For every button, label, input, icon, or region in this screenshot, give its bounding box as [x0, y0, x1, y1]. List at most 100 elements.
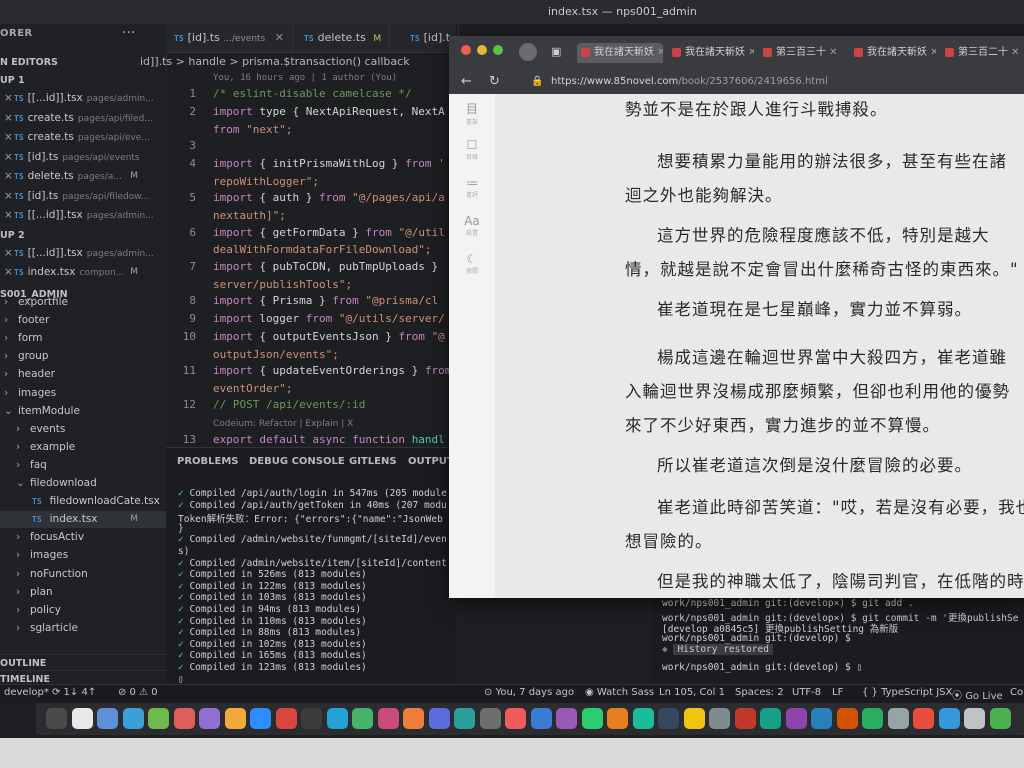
explorer-more-icon[interactable]: ···	[122, 25, 135, 41]
url-field[interactable]: https://www.85novel.com/book/2537606/241…	[551, 76, 828, 87]
open-editor-item[interactable]: ×TS [[...id]].tsx pages/admin...	[0, 245, 166, 262]
code-line[interactable]: eventOrder";	[213, 382, 292, 395]
tree-item[interactable]: › exportfile	[0, 294, 166, 311]
tree-item[interactable]: TS filedownloadCate.tsx	[0, 493, 166, 510]
cursor-position[interactable]: Ln 105, Col 1	[659, 687, 725, 698]
tab-output[interactable]: OUTPUT	[408, 456, 454, 467]
dock-app-icon[interactable]	[607, 708, 628, 729]
reader-tool-4[interactable]: ☾ 夜間	[457, 252, 487, 275]
open-editor-item[interactable]: ×TS delete.ts pages/a... M	[0, 168, 166, 185]
dock-app-icon[interactable]	[275, 708, 297, 729]
code-line[interactable]: Codeium: Refactor | Explain | X	[213, 416, 353, 429]
reload-icon[interactable]: ↻	[489, 74, 500, 89]
dock-app-icon[interactable]	[938, 708, 960, 729]
tab-problems[interactable]: PROBLEMS	[177, 456, 239, 467]
dock-app-icon[interactable]	[199, 708, 220, 729]
dock-app-icon[interactable]	[301, 708, 322, 729]
reader-tool-3[interactable]: Aa 設置	[457, 214, 487, 237]
tab-gitlens[interactable]: GITLENS	[349, 456, 397, 467]
dock-app-icon[interactable]	[964, 708, 985, 729]
tree-item[interactable]: › footer	[0, 312, 166, 329]
dock-app-icon[interactable]	[760, 708, 781, 729]
dock-app-icon[interactable]	[862, 708, 883, 729]
dock-app-icon[interactable]	[785, 708, 807, 729]
code-line[interactable]: import { Prisma } from "@prisma/cl	[213, 294, 438, 307]
code-editor[interactable]: You, 16 hours ago | 1 author (You) 1 /* e…	[166, 71, 456, 447]
dock-app-icon[interactable]	[989, 708, 1011, 729]
maximize-window-button[interactable]	[493, 45, 503, 55]
dock-app-icon[interactable]	[148, 708, 169, 729]
dock-app-icon[interactable]	[326, 708, 348, 729]
go-live-status[interactable]: ⦿ Go Live	[952, 687, 1003, 702]
code-line[interactable]: outputJson/events";	[213, 348, 339, 361]
reader-tool-0[interactable]: 目書架	[457, 100, 487, 126]
dock-app-icon[interactable]	[46, 708, 67, 729]
tree-item[interactable]: › images	[0, 547, 166, 564]
code-line[interactable]: dealWithFormdataForFileDownload";	[213, 243, 432, 256]
terminal-right[interactable]: work/nps001_admin git:(develop×) $ git a…	[652, 596, 1024, 684]
browser-tab[interactable]: 第三百三十 ✕	[759, 43, 845, 63]
browser-tab[interactable]: 第三百二十 ✕	[941, 43, 1024, 63]
code-line[interactable]: server/publishTools";	[213, 278, 352, 291]
dock-app-icon[interactable]	[556, 708, 577, 729]
dock-app-icon[interactable]	[530, 708, 552, 729]
dock-app-icon[interactable]	[377, 708, 399, 729]
close-tab-icon[interactable]: ✕	[927, 47, 936, 58]
extra-status[interactable]: Co	[1010, 687, 1023, 698]
dock-app-icon[interactable]	[71, 708, 93, 729]
code-line[interactable]: import { auth } from "@/pages/api/a	[213, 191, 445, 204]
breadcrumb[interactable]: id]].ts > handle > prisma.$transaction()…	[140, 53, 460, 71]
sync-status[interactable]: ⟳ 1↓ 4↑	[52, 687, 96, 698]
reader-tool-1[interactable]: ☐ 目錄	[457, 138, 487, 161]
tree-item[interactable]: › policy	[0, 602, 166, 619]
terminal-prompt[interactable]: work/nps001_admin git:(develop) $ ▯	[662, 662, 862, 673]
code-line[interactable]: import { updateEventOrderings } from	[213, 364, 451, 377]
tree-item[interactable]: › noFunction	[0, 566, 166, 583]
dock-app-icon[interactable]	[836, 708, 858, 729]
code-line[interactable]: import { getFormData } from "@/util	[213, 226, 445, 239]
dock-app-icon[interactable]	[811, 708, 832, 729]
close-tab-icon[interactable]: ✕	[1008, 47, 1019, 58]
open-editor-item[interactable]: ×TS [[...id]].tsx pages/admin...	[0, 90, 166, 107]
tree-item[interactable]: › images	[0, 385, 166, 402]
dock-app-icon[interactable]	[122, 708, 144, 729]
tab-debug-console[interactable]: DEBUG CONSOLE	[249, 456, 345, 467]
dock-app-icon[interactable]	[250, 708, 271, 729]
code-line[interactable]: /* eslint-disable camelcase */	[213, 87, 412, 100]
dock-app-icon[interactable]	[658, 708, 679, 729]
group-1-section[interactable]: UP 1	[0, 72, 166, 89]
browser-tab[interactable]: 我在諸天斬妖 ✕	[577, 43, 663, 63]
dock-app-icon[interactable]	[632, 708, 654, 729]
tab-delete-ts[interactable]: TS delete.ts M	[296, 24, 391, 52]
tree-item[interactable]: › form	[0, 330, 166, 347]
group-2-section[interactable]: UP 2	[0, 227, 166, 244]
problems-status[interactable]: ⊘ 0 ⚠ 0	[118, 687, 158, 698]
language-status[interactable]: { } TypeScript JSX	[862, 687, 952, 698]
browser-tab[interactable]: 我在諸天斬妖 ✕	[668, 43, 754, 63]
open-editor-item[interactable]: ×TS [[...id]].tsx pages/admin...	[0, 207, 166, 224]
dock-app-icon[interactable]	[479, 708, 501, 729]
dock-app-icon[interactable]	[224, 708, 246, 729]
close-window-button[interactable]	[461, 45, 471, 55]
sidebar-toggle-icon[interactable]: ▣	[551, 45, 561, 58]
code-line[interactable]: repoWithLogger";	[213, 175, 319, 188]
dock-app-icon[interactable]	[734, 708, 756, 729]
tree-item[interactable]: TS index.tsx M	[0, 511, 166, 529]
dock-app-icon[interactable]	[887, 708, 909, 729]
open-editor-item[interactable]: ×TS index.tsx compon... M	[0, 264, 166, 281]
minimize-window-button[interactable]	[477, 45, 487, 55]
encoding-status[interactable]: UTF-8	[792, 687, 821, 698]
dock-app-icon[interactable]	[913, 708, 934, 729]
tree-item[interactable]: › events	[0, 421, 166, 438]
indent-status[interactable]: Spaces: 2	[735, 687, 784, 698]
code-line[interactable]: import logger from "@/utils/server/	[213, 312, 445, 325]
dock-app-icon[interactable]	[683, 708, 705, 729]
tree-item[interactable]: › example	[0, 439, 166, 456]
close-icon[interactable]: ✕	[275, 31, 284, 44]
code-line[interactable]: import { pubToCDN, pubTmpUploads }	[213, 260, 445, 273]
code-line[interactable]: import { initPrismaWithLog } from '	[213, 157, 445, 170]
code-line[interactable]: // POST /api/events/:id	[213, 398, 365, 411]
close-tab-icon[interactable]: ✕	[826, 47, 837, 58]
tree-item[interactable]: › header	[0, 366, 166, 383]
dock-app-icon[interactable]	[454, 708, 475, 729]
